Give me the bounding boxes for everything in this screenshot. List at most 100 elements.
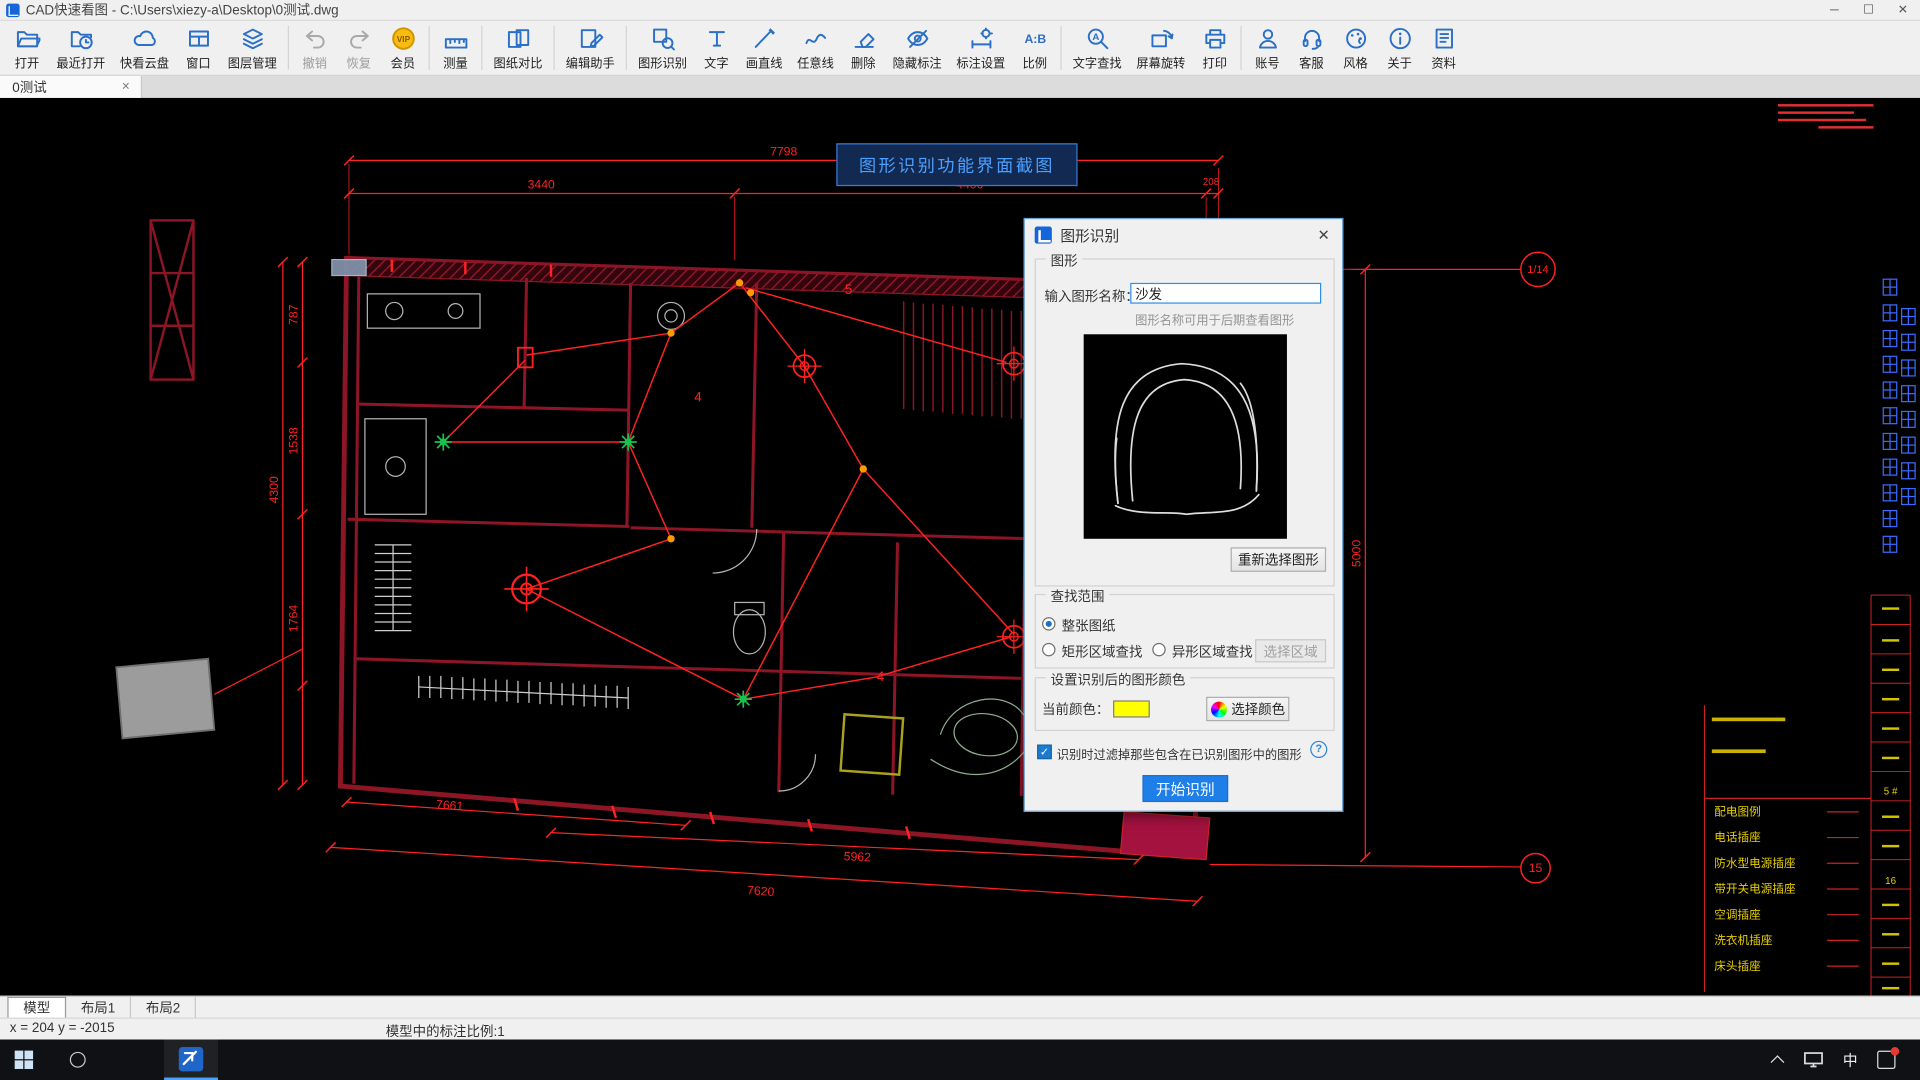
toolbar-edit-assistant-button[interactable]: 编辑助手	[558, 22, 622, 71]
recent-files-icon	[68, 24, 94, 51]
circuit-group: 5 4 4	[214, 259, 1032, 840]
toolbar-redo-button[interactable]: 恢复	[337, 22, 381, 71]
toolbar-measure-button[interactable]: 测量	[433, 22, 477, 71]
toolbar-undo-button[interactable]: 撤销	[293, 22, 337, 71]
doc-tab-0-test[interactable]: 0测试 ×	[0, 75, 143, 98]
toolbar-hide-annotation-button[interactable]: 隐藏标注	[885, 22, 949, 71]
palette-icon	[1343, 24, 1369, 51]
dialog-app-icon	[1034, 226, 1052, 244]
toolbar-about-button[interactable]: 关于	[1378, 22, 1422, 71]
toolbar-separator	[481, 25, 483, 70]
svg-text:4: 4	[877, 669, 885, 684]
toolbar-open-button[interactable]: 打开	[5, 22, 49, 71]
tab-close-icon[interactable]: ×	[118, 80, 133, 95]
toolbar-text-button[interactable]: 文字	[694, 22, 738, 71]
toolbar-vip-button[interactable]: VIP 会员	[381, 22, 425, 71]
svg-text:4: 4	[694, 390, 702, 405]
text-search-icon: A	[1084, 24, 1110, 51]
graphic-name-input[interactable]	[1130, 282, 1322, 304]
minimize-button[interactable]: ─	[1817, 0, 1851, 21]
radio-rect-area-label[interactable]: 矩形区域查找	[1062, 642, 1143, 662]
svg-text:16: 16	[1885, 876, 1896, 887]
toolbar-separator	[1240, 25, 1242, 70]
dialog-title: 图形识别	[1060, 227, 1120, 245]
tab-layout1[interactable]: 布局1	[66, 996, 132, 1018]
toolbar-screen-rotate-button[interactable]: 屏幕旋转	[1129, 22, 1193, 71]
open-icon	[14, 24, 40, 51]
toolbar-account-button[interactable]: 账号	[1245, 22, 1289, 71]
text-icon	[703, 24, 729, 51]
undo-icon	[302, 24, 328, 51]
shape-recognition-icon	[650, 24, 676, 51]
toolbar-scale-button[interactable]: A:B 比例	[1013, 22, 1057, 71]
user-icon	[1254, 24, 1280, 51]
close-button[interactable]: ✕	[1886, 0, 1920, 21]
dialog-titlebar[interactable]: 图形识别 ✕	[1025, 219, 1342, 251]
maximize-button[interactable]: ☐	[1851, 0, 1885, 21]
search-icon	[69, 1051, 86, 1068]
input-language-indicator[interactable]: 中	[1843, 1049, 1858, 1070]
toolbar-separator	[428, 25, 430, 70]
toolbar-layers-button[interactable]: 图层管理	[220, 22, 284, 71]
toolbar-support-button[interactable]: 客服	[1289, 22, 1333, 71]
start-button[interactable]	[0, 1040, 50, 1080]
toolbar-free-line-button[interactable]: 任意线	[790, 22, 841, 71]
taskbar-cad-app-button[interactable]	[164, 1039, 218, 1080]
start-recognition-button[interactable]: 开始识别	[1142, 775, 1229, 803]
toolbar-text-search-button[interactable]: A 文字查找	[1065, 22, 1129, 71]
toolbar-cloud-button[interactable]: 快看云盘	[113, 22, 177, 71]
toolbar-annotation-settings-button[interactable]: 标注设置	[949, 22, 1013, 71]
dialog-close-icon[interactable]: ✕	[1310, 223, 1337, 247]
toolbar-shape-recognition-button[interactable]: 图形识别	[631, 22, 695, 71]
svg-text:787: 787	[287, 304, 301, 325]
tab-model[interactable]: 模型	[7, 996, 67, 1018]
drawing-canvas[interactable]: 5 4 4 7798 3440 4400	[0, 97, 1920, 996]
info-icon	[1387, 24, 1413, 51]
svg-text:VIP: VIP	[396, 34, 410, 44]
reselect-graphic-button[interactable]: 重新选择图形	[1230, 547, 1327, 572]
svg-text:5962: 5962	[843, 849, 871, 864]
annotation-banner: 图形识别功能界面截图	[836, 143, 1078, 187]
toolbar-materials-button[interactable]: 资料	[1422, 22, 1466, 71]
window-title: CAD快速看图 - C:\Users\xiezy-a\Desktop\0测试.d…	[25, 3, 339, 19]
radio-whole-sheet-label[interactable]: 整张图纸	[1062, 616, 1116, 636]
layers-icon	[239, 24, 265, 51]
svg-text:洗衣机插座: 洗衣机插座	[1714, 933, 1773, 947]
vertical-blue-text	[1882, 278, 1916, 553]
radio-poly-area-label[interactable]: 异形区域查找	[1172, 642, 1253, 662]
current-color-label: 当前颜色：	[1042, 702, 1110, 718]
toolbar-separator	[287, 25, 289, 70]
system-tray: 中	[1770, 1046, 1920, 1070]
svg-text:配电图例: 配电图例	[1714, 805, 1761, 819]
toolbar-style-button[interactable]: 风格	[1333, 22, 1377, 71]
radio-rect-area[interactable]	[1042, 642, 1056, 657]
radio-poly-area[interactable]	[1152, 642, 1166, 657]
toolbar-print-button[interactable]: 打印	[1193, 22, 1237, 71]
svg-text:5: 5	[845, 282, 852, 297]
windows-taskbar: 中	[0, 1039, 1920, 1080]
notification-center-icon[interactable]	[1877, 1046, 1900, 1069]
title-strip-group: 5 # 16	[1777, 104, 1916, 996]
search-button[interactable]	[50, 1040, 105, 1080]
toolbar-window-button[interactable]: 窗口	[176, 22, 220, 71]
svg-text:1/14: 1/14	[1527, 264, 1548, 276]
tray-expand-icon[interactable]	[1770, 1054, 1785, 1069]
choose-color-button[interactable]: 选择颜色	[1206, 696, 1290, 722]
svg-text:空调插座: 空调插座	[1714, 907, 1761, 921]
toolbar-draw-line-button[interactable]: 画直线	[738, 22, 789, 71]
legend-group: 配电图例 电话插座 防水型电源插座 带开关电源插座 空调插座 洗衣机插座 床头插…	[1703, 705, 1872, 992]
toolbar-compare-button[interactable]: 图纸对比	[486, 22, 550, 71]
radio-whole-sheet[interactable]	[1042, 617, 1056, 631]
line-icon	[751, 24, 777, 51]
annotation-scale-text: 模型中的标注比例:1	[385, 1024, 505, 1040]
select-area-button[interactable]: 选择区域	[1255, 639, 1327, 663]
vip-badge-icon: VIP	[390, 24, 416, 51]
display-icon[interactable]	[1804, 1052, 1824, 1068]
filter-checkbox-label[interactable]: 识别时过滤掉那些包含在已识别图形中的图形	[1057, 744, 1302, 762]
tab-layout2[interactable]: 布局2	[131, 996, 197, 1018]
toolbar-separator	[553, 25, 555, 70]
filter-checkbox[interactable]: ✓	[1037, 744, 1052, 760]
toolbar-delete-button[interactable]: 删除	[841, 22, 885, 71]
toolbar-recent-button[interactable]: 最近打开	[49, 22, 113, 71]
help-icon[interactable]: ?	[1310, 740, 1328, 758]
